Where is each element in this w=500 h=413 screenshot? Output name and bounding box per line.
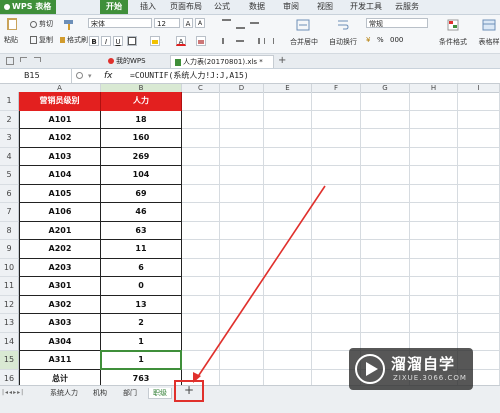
add-sheet-button[interactable]: + — [176, 382, 202, 400]
wps-spreadsheet-window: WPS 表格 开始 插入 页面布局 公式 数据 审阅 视图 开发工具 云服务 粘… — [0, 0, 500, 413]
watermark-title: 溜溜自学 — [391, 355, 456, 373]
watermark-url: ZIXUE.3066.COM — [393, 374, 467, 382]
sheet-nav-arrows[interactable]: |◂◂▸▸| — [2, 389, 38, 398]
sheet-tab-rank[interactable]: 职级 — [148, 388, 172, 399]
sheet-tab-org[interactable]: 机构 — [88, 388, 112, 399]
watermark: 溜溜自学 ZIXUE.3066.COM — [349, 348, 473, 390]
first-sheet-icon[interactable]: |◂ — [2, 389, 9, 396]
sheet-tab-system-staff[interactable]: 系统人力 — [44, 388, 84, 399]
sheet-tab-dept[interactable]: 部门 — [116, 388, 144, 399]
last-sheet-icon[interactable]: ▸| — [17, 389, 24, 396]
annotation-arrow-line — [196, 185, 326, 379]
play-logo-icon — [355, 354, 385, 384]
